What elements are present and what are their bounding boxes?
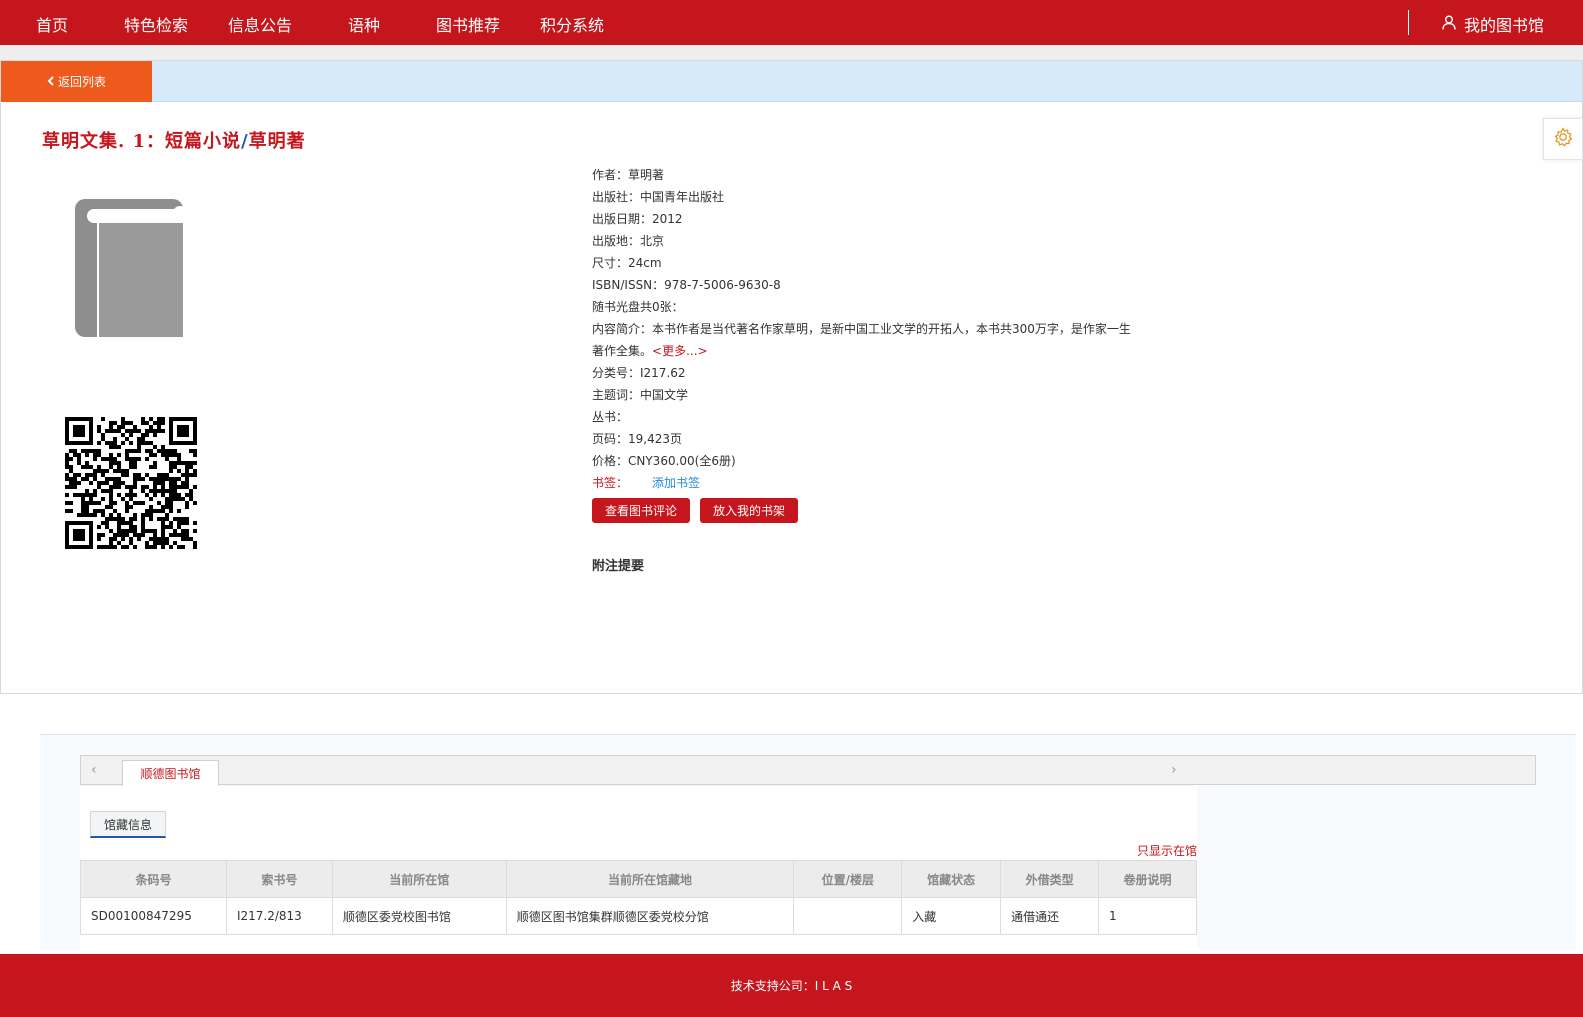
add-to-shelf-button[interactable]: 放入我的书架 xyxy=(700,498,799,523)
top-nav: 首页 特色检索 信息公告 语种 图书推荐 积分系统 我的图书馆 xyxy=(0,0,1583,45)
book-title: 草明文集. 1：短篇小说/草明著 xyxy=(42,127,306,153)
info-pub-date: 出版日期：2012 xyxy=(592,212,683,226)
nav-special-search[interactable]: 特色检索 xyxy=(124,12,188,36)
back-label: 返回列表 xyxy=(57,75,106,89)
back-to-list-button[interactable]: 返回列表 xyxy=(1,61,152,102)
info-series: 丛书： xyxy=(592,410,629,424)
cell-floor xyxy=(793,897,903,935)
cell-volume: 1 xyxy=(1098,897,1197,935)
my-library-label: 我的图书馆 xyxy=(1464,16,1545,35)
user-icon xyxy=(1442,15,1456,34)
nav-points-system[interactable]: 积分系统 xyxy=(540,12,604,36)
tab-holdings-info[interactable]: 馆藏信息 xyxy=(90,811,166,838)
cell-status: 入藏 xyxy=(901,897,1002,935)
nav-home[interactable]: 首页 xyxy=(36,12,68,36)
nav-divider xyxy=(1408,10,1409,35)
nav-languages[interactable]: 语种 xyxy=(348,12,380,36)
col-current-location: 当前所在馆藏地 xyxy=(505,860,795,898)
holdings-table: 条码号 索书号 当前所在馆 当前所在馆藏地 位置/楼层 馆藏状态 外借类型 卷册… xyxy=(80,860,1197,935)
notes-heading: 附注提要 xyxy=(592,559,645,574)
table-row[interactable]: SD00100847295 I217.2/813 顺德区委党校图书馆 顺德区图书… xyxy=(80,897,1197,935)
info-pub-place: 出版地：北京 xyxy=(592,234,665,248)
cell-call-number: I217.2/813 xyxy=(225,897,333,935)
cell-barcode: SD00100847295 xyxy=(80,897,227,935)
qr-code xyxy=(65,417,197,553)
book-title-main: 草明文集. 1：短篇小说 xyxy=(42,131,242,152)
gear-icon xyxy=(1552,126,1574,152)
info-subject: 主题词：中国文学 xyxy=(592,388,689,402)
book-title-author: 草明著 xyxy=(248,131,306,152)
book-actions: 查看图书评论 放入我的书架 xyxy=(592,498,799,523)
only-in-library-link[interactable]: 只显示在馆 xyxy=(1137,842,1197,859)
tab-shunde-library[interactable]: 顺德图书馆 xyxy=(122,760,219,786)
cell-current-location: 顺德区图书馆集群顺德区委党校分馆 xyxy=(505,897,795,935)
col-volume: 卷册说明 xyxy=(1098,860,1197,898)
book-cover-icon xyxy=(75,199,187,343)
back-bar: 返回列表 xyxy=(1,61,1582,102)
qr-modules xyxy=(65,417,197,549)
footer-text: 技术支持公司：I L A S xyxy=(730,979,853,993)
book-info: 作者：草明著 出版社：中国青年出版社 出版日期：2012 出版地：北京 尺寸：2… xyxy=(592,164,1132,494)
col-call-number: 索书号 xyxy=(225,860,333,898)
tabs-scroll-right-icon[interactable]: › xyxy=(1171,762,1177,778)
info-bookmark: 书签： 添加书签 xyxy=(592,472,1132,494)
info-publisher: 出版社：中国青年出版社 xyxy=(592,190,725,204)
col-current-library: 当前所在馆 xyxy=(331,860,507,898)
gray-strip xyxy=(0,45,1583,60)
nav-recommendations[interactable]: 图书推荐 xyxy=(436,12,500,36)
chevron-left-icon xyxy=(47,75,54,89)
info-disc: 随书光盘共0张： xyxy=(592,300,684,314)
view-reviews-button[interactable]: 查看图书评论 xyxy=(592,498,691,523)
footer: 技术支持公司：I L A S xyxy=(0,954,1583,1017)
col-barcode: 条码号 xyxy=(80,860,227,898)
library-tabs: ‹ 顺德图书馆 › xyxy=(80,755,1536,786)
info-class-no: 分类号：I217.62 xyxy=(592,366,686,380)
table-header-row: 条码号 索书号 当前所在馆 当前所在馆藏地 位置/楼层 馆藏状态 外借类型 卷册… xyxy=(80,860,1197,898)
book-detail-panel: 返回列表 草明文集. 1：短篇小说/草明著 作者：草明著 出版社：中国青年出版社… xyxy=(0,60,1583,694)
nav-announcements[interactable]: 信息公告 xyxy=(228,12,292,36)
info-isbn: ISBN/ISSN：978-7-5006-9630-8 xyxy=(592,278,781,292)
tabs-scroll-left-icon[interactable]: ‹ xyxy=(91,762,97,778)
cell-loan-type: 通借通还 xyxy=(1000,897,1100,935)
my-library-link[interactable]: 我的图书馆 xyxy=(1442,12,1544,36)
col-loan-type: 外借类型 xyxy=(1000,860,1100,898)
summary-more-link[interactable]: <更多...> xyxy=(652,344,708,358)
col-status: 馆藏状态 xyxy=(901,860,1002,898)
info-summary: 内容简介：本书作者是当代著名作家草明，是新中国工业文学的开拓人，本书共300万字… xyxy=(592,318,1132,362)
settings-button[interactable] xyxy=(1543,118,1583,160)
add-bookmark-link[interactable]: 添加书签 xyxy=(652,476,700,490)
info-pages: 页码：19,423页 xyxy=(592,432,682,446)
bookmark-label: 书签： xyxy=(592,476,629,490)
book-title-separator: / xyxy=(241,131,249,152)
col-floor: 位置/楼层 xyxy=(793,860,903,898)
info-size: 尺寸：24cm xyxy=(592,256,662,270)
info-author: 作者：草明著 xyxy=(592,168,665,182)
info-price: 价格：CNY360.00(全6册) xyxy=(592,454,736,468)
cell-current-library: 顺德区委党校图书馆 xyxy=(331,897,507,935)
